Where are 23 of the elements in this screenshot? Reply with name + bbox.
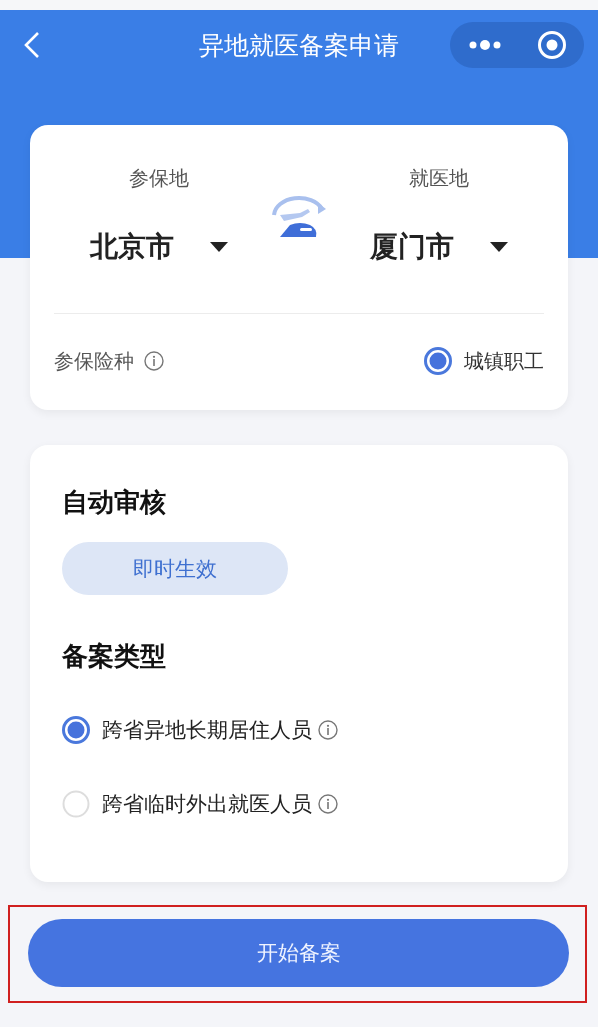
city-dropdown[interactable]: 北京市 xyxy=(90,228,228,266)
section-heading: 备案类型 xyxy=(62,640,167,673)
section-heading: 自动审核 xyxy=(62,486,167,519)
info-icon[interactable] xyxy=(318,720,338,740)
field-label: 参保险种 xyxy=(54,347,134,375)
radio-option[interactable]: 跨省临时外出就医人员 xyxy=(62,790,338,818)
transport-icon xyxy=(270,195,328,239)
back-icon[interactable] xyxy=(24,31,40,59)
more-icon[interactable] xyxy=(467,39,502,51)
start-filing-button[interactable]: 开始备案 xyxy=(28,919,569,987)
info-icon[interactable] xyxy=(318,794,338,814)
place-label: 就医地 xyxy=(409,165,469,192)
info-icon[interactable] xyxy=(144,351,164,371)
dropdown-caret-icon xyxy=(490,242,508,252)
radio-button[interactable] xyxy=(424,347,452,375)
radio-button[interactable] xyxy=(62,716,90,744)
status-tag: 即时生效 xyxy=(62,542,288,595)
radio-option[interactable]: 跨省异地长期居住人员 xyxy=(62,716,338,744)
city-dropdown[interactable]: 厦门市 xyxy=(370,228,508,266)
page-title: 异地就医备案申请 xyxy=(198,29,400,62)
radio-option[interactable]: 城镇职工 xyxy=(424,347,544,375)
place-label: 参保地 xyxy=(129,165,189,192)
dropdown-caret-icon xyxy=(210,242,228,252)
